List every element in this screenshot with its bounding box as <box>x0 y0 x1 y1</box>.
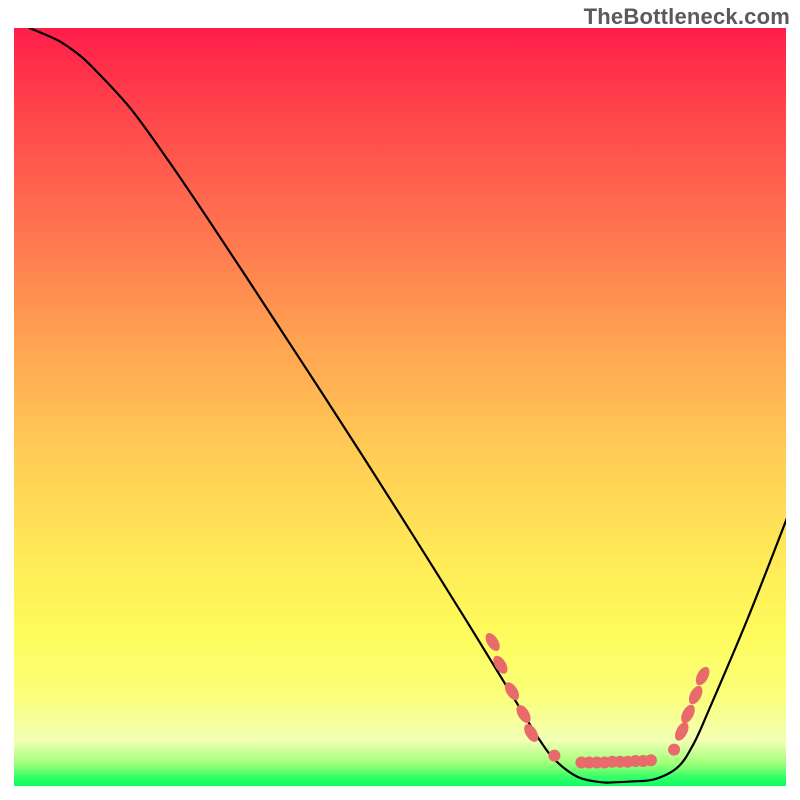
marker-dot <box>514 703 534 726</box>
watermark-text: TheBottleneck.com <box>584 4 790 30</box>
chart-container: TheBottleneck.com <box>0 0 800 800</box>
chart-svg <box>14 28 786 786</box>
plot-area <box>14 28 786 786</box>
marker-dot <box>672 720 691 743</box>
marker-dot <box>678 703 697 726</box>
marker-dot <box>645 754 657 766</box>
bottleneck-curve <box>29 28 786 783</box>
marker-dot <box>548 750 560 762</box>
marker-dot <box>686 684 705 707</box>
marker-dot <box>668 744 680 756</box>
optimal-range-markers <box>483 631 712 769</box>
marker-dot <box>693 665 712 688</box>
